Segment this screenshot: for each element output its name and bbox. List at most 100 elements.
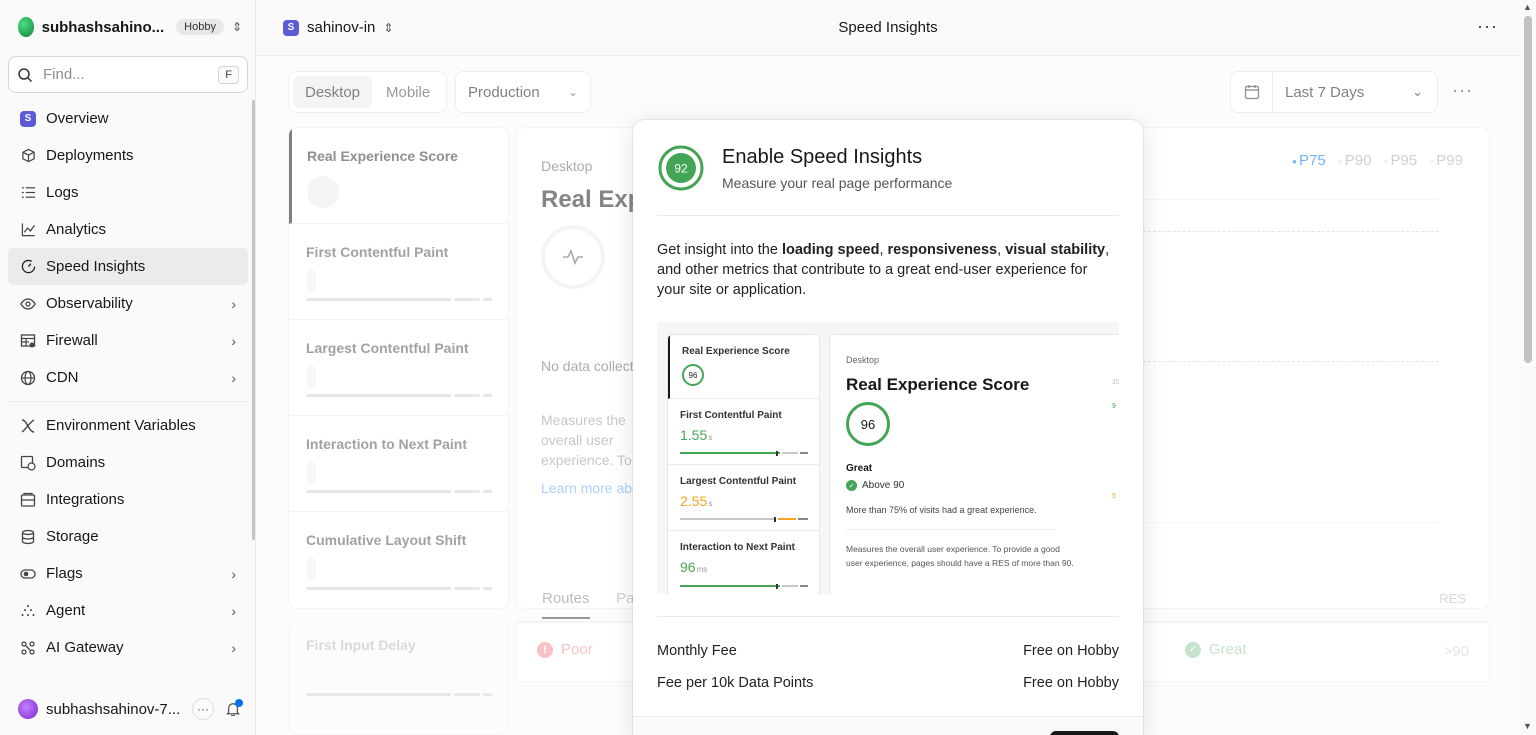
gateway-icon [20, 640, 36, 656]
preview-metric: Largest Contentful Paint 2.55s [668, 465, 819, 531]
sidebar-item-label: Firewall [46, 332, 98, 349]
preview-score-card: Desktop Real Experience Score 96 Great ✓… [829, 334, 1119, 594]
search-shortcut: F [218, 65, 239, 84]
preview-metric: First Contentful Paint 1.55s [668, 399, 819, 465]
sidebar-item-observability[interactable]: Observability › [8, 285, 248, 322]
sidebar-item-storage[interactable]: Storage [8, 518, 248, 555]
page-scrollbar[interactable]: ▲ ▼ [1520, 0, 1536, 735]
search-input[interactable]: Find... F [8, 56, 248, 93]
firewall-icon [20, 333, 36, 349]
scroll-down-icon[interactable]: ▼ [1523, 721, 1532, 731]
sidebar-item-firewall[interactable]: Firewall › [8, 322, 248, 359]
enable-button[interactable] [1050, 731, 1119, 735]
sidebar-item-label: AI Gateway [46, 639, 124, 656]
sidebar-nav: S Overview Deployments Logs Analytics Sp… [8, 100, 248, 666]
sidebar-item-analytics[interactable]: Analytics [8, 211, 248, 248]
cube-icon [20, 148, 36, 164]
gauge-icon [20, 259, 36, 275]
chevron-right-icon: › [231, 639, 236, 656]
more-icon[interactable]: ··· [192, 698, 214, 720]
search-icon [18, 67, 33, 82]
fee-label: Monthly Fee [657, 643, 737, 659]
sidebar-item-domains[interactable]: Domains [8, 444, 248, 481]
database-icon [20, 529, 36, 545]
divider [657, 215, 1119, 216]
preview-metrics-list: Real Experience Score 96 First Contentfu… [667, 334, 820, 594]
fee-value: Free on Hobby [1023, 643, 1119, 659]
sidebar-item-label: Environment Variables [46, 417, 196, 434]
sidebar-item-deployments[interactable]: Deployments [8, 137, 248, 174]
toggle-icon [20, 566, 36, 582]
sidebar-item-cdn[interactable]: CDN › [8, 359, 248, 396]
sidebar-item-agent[interactable]: Agent › [8, 592, 248, 629]
chevron-updown-icon: ⇕ [231, 20, 242, 34]
sidebar-item-overview[interactable]: S Overview [8, 100, 248, 137]
sidebar-item-flags[interactable]: Flags › [8, 555, 248, 592]
plan-badge: Hobby [176, 19, 224, 35]
fee-value: Free on Hobby [1023, 675, 1119, 691]
sidebar-item-integrations[interactable]: Integrations [8, 481, 248, 518]
user-name: subhashsahinov-7... [46, 700, 181, 718]
feature-preview-image: Real Experience Score 96 First Contentfu… [657, 322, 1119, 594]
modal-title: Enable Speed Insights [722, 146, 923, 168]
divider [657, 616, 1119, 617]
topbar: S sahinov-in ⇕ Speed Insights ··· [256, 0, 1520, 56]
sidebar-item-label: Analytics [46, 221, 107, 238]
sparkle-icon [20, 603, 36, 619]
team-switcher[interactable]: subhashsahino... Hobby ⇕ [18, 17, 242, 37]
team-avatar [18, 17, 34, 37]
sidebar-item-label: Integrations [46, 491, 125, 508]
preview-score-ring: 96 [682, 364, 704, 386]
user-menu[interactable]: subhashsahinov-7... ··· [18, 698, 244, 720]
scroll-up-icon[interactable]: ▲ [1523, 2, 1532, 12]
modal-description: Get insight into the loading speed, resp… [657, 242, 1110, 298]
domain-icon [20, 455, 36, 471]
eye-icon [20, 296, 36, 312]
bell-icon[interactable] [222, 698, 244, 720]
sidebar-item-label: Flags [46, 565, 83, 582]
check-icon: ✓ [846, 480, 857, 491]
sidebar-item-label: Logs [46, 184, 79, 201]
preview-metric: Real Experience Score 96 [668, 335, 819, 399]
preview-metric: Interaction to Next Paint 96ms [668, 531, 819, 594]
modal-subtitle: Measure your real page performance [722, 175, 953, 191]
sidebar-scrollbar[interactable] [252, 100, 255, 540]
notification-dot [235, 699, 243, 707]
sidebar-item-environment-variables[interactable]: Environment Variables [8, 407, 248, 444]
fee-row: Monthly Fee Free on Hobby [657, 643, 1119, 659]
preview-bar [680, 585, 808, 587]
fee-row: Fee per 10k Data Points Free on Hobby [657, 675, 1119, 691]
enable-speed-insights-dialog: 92 Enable Speed Insights Measure your re… [633, 120, 1143, 735]
modal-score: 92 [674, 162, 688, 176]
nav-divider [8, 401, 248, 402]
modal-footer [633, 716, 1143, 735]
sidebar-item-label: Agent [46, 602, 86, 619]
preview-bar [680, 452, 808, 454]
chevron-right-icon: › [231, 332, 236, 349]
chart-icon [20, 222, 36, 238]
preview-score-ring: 96 [846, 402, 890, 446]
sidebar-item-label: Deployments [46, 147, 134, 164]
preview-bar [680, 518, 808, 520]
sidebar-item-label: CDN [46, 369, 79, 386]
globe-icon [20, 370, 36, 386]
scrollbar-thumb[interactable] [1524, 16, 1532, 363]
sidebar-item-ai-gateway[interactable]: AI Gateway › [8, 629, 248, 666]
sidebar-item-label: Storage [46, 528, 99, 545]
sidebar-item-label: Observability [46, 295, 133, 312]
sidebar-item-logs[interactable]: Logs [8, 174, 248, 211]
more-icon[interactable]: ··· [1477, 16, 1498, 37]
chevron-right-icon: › [231, 369, 236, 386]
avatar [18, 699, 38, 719]
sidebar-item-label: Speed Insights [46, 258, 146, 275]
integrations-icon [20, 492, 36, 508]
chevron-right-icon: › [231, 565, 236, 582]
list-icon [20, 185, 36, 201]
sidebar-item-speed-insights[interactable]: Speed Insights [8, 248, 248, 285]
chevron-right-icon: › [231, 295, 236, 312]
page-title: Speed Insights [838, 19, 938, 36]
search-placeholder: Find... [43, 66, 85, 83]
score-ring-icon: 92 [658, 145, 704, 191]
fee-label: Fee per 10k Data Points [657, 675, 814, 691]
project-icon: S [20, 110, 36, 127]
